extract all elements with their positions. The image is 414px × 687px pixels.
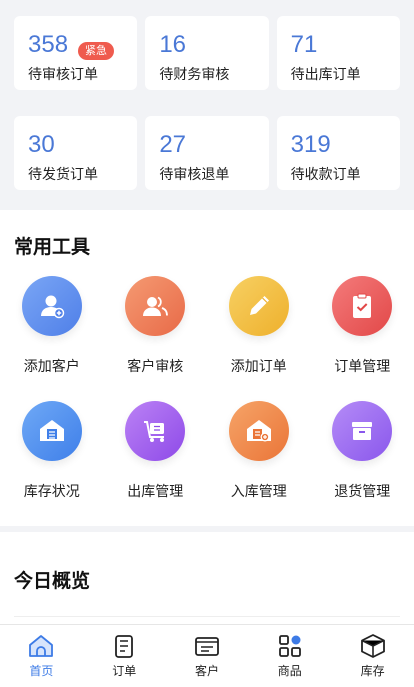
tool-inbound-management[interactable]: 入库管理 — [207, 401, 311, 507]
tool-label: 入库管理 — [230, 484, 287, 500]
tab-goods[interactable]: 商品 — [248, 625, 331, 687]
tab-label: 首页 — [29, 664, 54, 678]
tab-home[interactable]: 首页 — [0, 625, 83, 687]
today-overview-section: 今日概览 — [0, 532, 414, 624]
warehouse-in-icon — [228, 401, 289, 461]
divider — [14, 616, 400, 617]
urgent-badge: 紧急 — [78, 42, 114, 60]
stat-label: 待发货订单 — [28, 167, 98, 183]
tool-add-order[interactable]: 添加订单 — [207, 276, 311, 382]
tool-label: 出库管理 — [127, 484, 184, 500]
stat-value: 16 — [159, 31, 187, 58]
stat-card-pending-payment[interactable]: 319 待收款订单 — [276, 116, 400, 190]
tool-order-management[interactable]: 订单管理 — [311, 276, 414, 382]
add-customer-icon — [21, 276, 82, 336]
stat-value: 319 — [290, 131, 331, 158]
inventory-icon — [360, 634, 385, 658]
tab-label: 商品 — [277, 664, 302, 678]
tool-label: 客户审核 — [127, 359, 184, 375]
tool-add-customer[interactable]: 添加客户 — [0, 276, 104, 382]
tab-inventory[interactable]: 库存 — [331, 625, 414, 687]
stat-card-pending-shipment[interactable]: 30 待发货订单 — [14, 116, 138, 190]
tab-customers[interactable]: 客户 — [166, 625, 249, 687]
tab-label: 库存 — [360, 664, 385, 678]
cart-icon — [125, 401, 186, 461]
common-tools-section: 常用工具 添加客户 客户审核 添加订单 订单管理 库存状况 出库管理 入库管理 … — [0, 210, 414, 526]
tool-label: 添加客户 — [23, 359, 80, 375]
box-icon — [332, 401, 393, 461]
stat-label: 待收款订单 — [290, 167, 361, 183]
bottom-tab-bar: 首页 订单 客户 商品 库存 — [0, 624, 414, 687]
stat-label: 待审核订单 — [28, 67, 98, 83]
stats-grid: 358 紧急 待审核订单 16 待财务审核 71 待出库订单 30 待发货订单 … — [0, 0, 414, 208]
tab-label: 客户 — [194, 664, 219, 678]
tool-outbound-management[interactable]: 出库管理 — [104, 401, 208, 507]
stat-label: 待出库订单 — [290, 67, 361, 83]
home-icon — [29, 635, 54, 657]
customer-icon — [195, 637, 219, 656]
stat-value: 27 — [159, 131, 187, 158]
stat-value: 358 — [28, 31, 69, 58]
pencil-icon — [228, 276, 289, 336]
stat-card-pending-review[interactable]: 358 紧急 待审核订单 — [14, 16, 138, 90]
clipboard-check-icon — [332, 276, 393, 336]
tool-customer-review[interactable]: 客户审核 — [104, 276, 208, 382]
customer-review-icon — [125, 276, 186, 336]
section-title: 今日概览 — [14, 570, 91, 592]
tool-label: 库存状况 — [23, 484, 80, 500]
stat-value: 71 — [290, 31, 318, 58]
stat-label: 待审核退单 — [159, 167, 230, 183]
tool-label: 添加订单 — [230, 359, 287, 375]
warehouse-icon — [21, 401, 82, 461]
tool-label: 订单管理 — [334, 359, 391, 375]
goods-icon — [278, 635, 301, 657]
tool-label: 退货管理 — [334, 484, 391, 500]
stat-card-pending-outbound[interactable]: 71 待出库订单 — [276, 16, 400, 90]
stat-value: 30 — [28, 131, 55, 158]
tool-return-management[interactable]: 退货管理 — [311, 401, 414, 507]
stat-card-return-review[interactable]: 27 待审核退单 — [145, 116, 269, 190]
stat-label: 待财务审核 — [159, 67, 230, 83]
tab-orders[interactable]: 订单 — [83, 625, 166, 687]
section-title: 常用工具 — [14, 236, 91, 258]
order-icon — [115, 635, 134, 658]
stat-card-finance-review[interactable]: 16 待财务审核 — [145, 16, 269, 90]
tool-inventory-status[interactable]: 库存状况 — [0, 401, 104, 507]
tab-label: 订单 — [112, 664, 137, 678]
